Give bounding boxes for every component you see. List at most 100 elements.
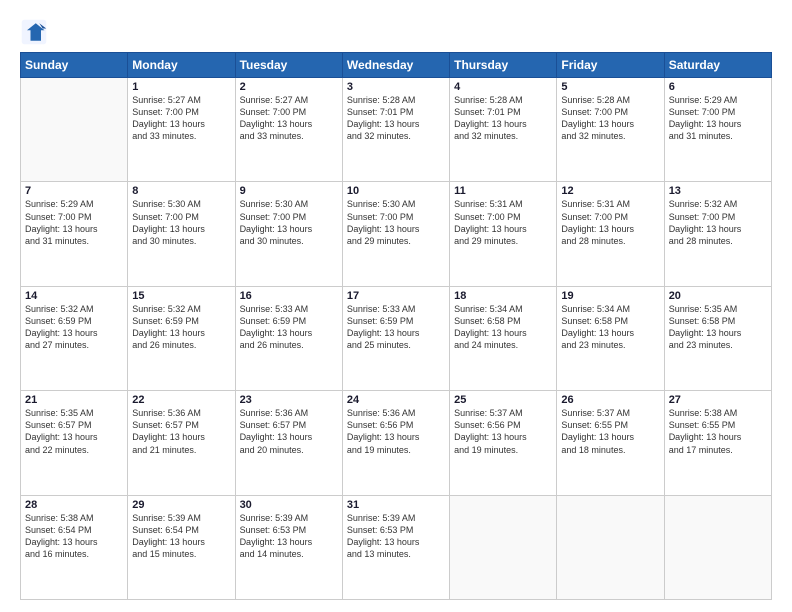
col-header-friday: Friday bbox=[557, 53, 664, 78]
cell-info: Sunrise: 5:34 AM Sunset: 6:58 PM Dayligh… bbox=[454, 303, 552, 352]
cell-info: Sunrise: 5:39 AM Sunset: 6:54 PM Dayligh… bbox=[132, 512, 230, 561]
page: SundayMondayTuesdayWednesdayThursdayFrid… bbox=[0, 0, 792, 612]
day-number: 29 bbox=[132, 499, 230, 511]
calendar-cell: 13Sunrise: 5:32 AM Sunset: 7:00 PM Dayli… bbox=[664, 182, 771, 286]
calendar-cell bbox=[21, 78, 128, 182]
week-row-1: 1Sunrise: 5:27 AM Sunset: 7:00 PM Daylig… bbox=[21, 78, 772, 182]
col-header-saturday: Saturday bbox=[664, 53, 771, 78]
col-header-thursday: Thursday bbox=[450, 53, 557, 78]
day-number: 25 bbox=[454, 394, 552, 406]
calendar-cell: 16Sunrise: 5:33 AM Sunset: 6:59 PM Dayli… bbox=[235, 286, 342, 390]
calendar-cell: 2Sunrise: 5:27 AM Sunset: 7:00 PM Daylig… bbox=[235, 78, 342, 182]
col-header-monday: Monday bbox=[128, 53, 235, 78]
cell-info: Sunrise: 5:30 AM Sunset: 7:00 PM Dayligh… bbox=[347, 198, 445, 247]
calendar-cell: 14Sunrise: 5:32 AM Sunset: 6:59 PM Dayli… bbox=[21, 286, 128, 390]
day-number: 28 bbox=[25, 499, 123, 511]
cell-info: Sunrise: 5:34 AM Sunset: 6:58 PM Dayligh… bbox=[561, 303, 659, 352]
day-number: 9 bbox=[240, 185, 338, 197]
day-number: 23 bbox=[240, 394, 338, 406]
calendar-cell: 28Sunrise: 5:38 AM Sunset: 6:54 PM Dayli… bbox=[21, 495, 128, 599]
day-number: 14 bbox=[25, 290, 123, 302]
cell-info: Sunrise: 5:35 AM Sunset: 6:58 PM Dayligh… bbox=[669, 303, 767, 352]
calendar-cell: 30Sunrise: 5:39 AM Sunset: 6:53 PM Dayli… bbox=[235, 495, 342, 599]
day-number: 21 bbox=[25, 394, 123, 406]
cell-info: Sunrise: 5:30 AM Sunset: 7:00 PM Dayligh… bbox=[240, 198, 338, 247]
calendar-cell: 11Sunrise: 5:31 AM Sunset: 7:00 PM Dayli… bbox=[450, 182, 557, 286]
calendar-cell: 27Sunrise: 5:38 AM Sunset: 6:55 PM Dayli… bbox=[664, 391, 771, 495]
calendar-cell: 29Sunrise: 5:39 AM Sunset: 6:54 PM Dayli… bbox=[128, 495, 235, 599]
day-number: 10 bbox=[347, 185, 445, 197]
day-number: 22 bbox=[132, 394, 230, 406]
day-number: 8 bbox=[132, 185, 230, 197]
week-row-4: 21Sunrise: 5:35 AM Sunset: 6:57 PM Dayli… bbox=[21, 391, 772, 495]
cell-info: Sunrise: 5:32 AM Sunset: 7:00 PM Dayligh… bbox=[669, 198, 767, 247]
cell-info: Sunrise: 5:36 AM Sunset: 6:57 PM Dayligh… bbox=[132, 407, 230, 456]
calendar-cell: 1Sunrise: 5:27 AM Sunset: 7:00 PM Daylig… bbox=[128, 78, 235, 182]
logo bbox=[20, 18, 52, 46]
col-header-tuesday: Tuesday bbox=[235, 53, 342, 78]
calendar-cell: 22Sunrise: 5:36 AM Sunset: 6:57 PM Dayli… bbox=[128, 391, 235, 495]
day-number: 26 bbox=[561, 394, 659, 406]
calendar-cell: 26Sunrise: 5:37 AM Sunset: 6:55 PM Dayli… bbox=[557, 391, 664, 495]
calendar-cell: 17Sunrise: 5:33 AM Sunset: 6:59 PM Dayli… bbox=[342, 286, 449, 390]
cell-info: Sunrise: 5:33 AM Sunset: 6:59 PM Dayligh… bbox=[240, 303, 338, 352]
calendar-cell: 6Sunrise: 5:29 AM Sunset: 7:00 PM Daylig… bbox=[664, 78, 771, 182]
cell-info: Sunrise: 5:30 AM Sunset: 7:00 PM Dayligh… bbox=[132, 198, 230, 247]
calendar-cell: 5Sunrise: 5:28 AM Sunset: 7:00 PM Daylig… bbox=[557, 78, 664, 182]
logo-icon bbox=[20, 18, 48, 46]
day-number: 11 bbox=[454, 185, 552, 197]
calendar-cell: 23Sunrise: 5:36 AM Sunset: 6:57 PM Dayli… bbox=[235, 391, 342, 495]
cell-info: Sunrise: 5:36 AM Sunset: 6:57 PM Dayligh… bbox=[240, 407, 338, 456]
cell-info: Sunrise: 5:33 AM Sunset: 6:59 PM Dayligh… bbox=[347, 303, 445, 352]
cell-info: Sunrise: 5:32 AM Sunset: 6:59 PM Dayligh… bbox=[25, 303, 123, 352]
calendar-cell: 15Sunrise: 5:32 AM Sunset: 6:59 PM Dayli… bbox=[128, 286, 235, 390]
cell-info: Sunrise: 5:37 AM Sunset: 6:55 PM Dayligh… bbox=[561, 407, 659, 456]
day-number: 5 bbox=[561, 81, 659, 93]
calendar-cell: 19Sunrise: 5:34 AM Sunset: 6:58 PM Dayli… bbox=[557, 286, 664, 390]
cell-info: Sunrise: 5:35 AM Sunset: 6:57 PM Dayligh… bbox=[25, 407, 123, 456]
day-number: 16 bbox=[240, 290, 338, 302]
col-header-sunday: Sunday bbox=[21, 53, 128, 78]
calendar-table: SundayMondayTuesdayWednesdayThursdayFrid… bbox=[20, 52, 772, 600]
calendar-cell bbox=[557, 495, 664, 599]
day-number: 20 bbox=[669, 290, 767, 302]
cell-info: Sunrise: 5:38 AM Sunset: 6:55 PM Dayligh… bbox=[669, 407, 767, 456]
calendar-cell: 12Sunrise: 5:31 AM Sunset: 7:00 PM Dayli… bbox=[557, 182, 664, 286]
calendar-cell: 4Sunrise: 5:28 AM Sunset: 7:01 PM Daylig… bbox=[450, 78, 557, 182]
cell-info: Sunrise: 5:28 AM Sunset: 7:00 PM Dayligh… bbox=[561, 94, 659, 143]
day-number: 31 bbox=[347, 499, 445, 511]
calendar-cell: 18Sunrise: 5:34 AM Sunset: 6:58 PM Dayli… bbox=[450, 286, 557, 390]
day-number: 1 bbox=[132, 81, 230, 93]
calendar-cell: 9Sunrise: 5:30 AM Sunset: 7:00 PM Daylig… bbox=[235, 182, 342, 286]
day-number: 6 bbox=[669, 81, 767, 93]
cell-info: Sunrise: 5:27 AM Sunset: 7:00 PM Dayligh… bbox=[240, 94, 338, 143]
cell-info: Sunrise: 5:38 AM Sunset: 6:54 PM Dayligh… bbox=[25, 512, 123, 561]
day-number: 3 bbox=[347, 81, 445, 93]
calendar-cell: 3Sunrise: 5:28 AM Sunset: 7:01 PM Daylig… bbox=[342, 78, 449, 182]
col-header-wednesday: Wednesday bbox=[342, 53, 449, 78]
day-number: 30 bbox=[240, 499, 338, 511]
cell-info: Sunrise: 5:29 AM Sunset: 7:00 PM Dayligh… bbox=[25, 198, 123, 247]
header-row: SundayMondayTuesdayWednesdayThursdayFrid… bbox=[21, 53, 772, 78]
calendar-cell: 10Sunrise: 5:30 AM Sunset: 7:00 PM Dayli… bbox=[342, 182, 449, 286]
cell-info: Sunrise: 5:31 AM Sunset: 7:00 PM Dayligh… bbox=[561, 198, 659, 247]
day-number: 17 bbox=[347, 290, 445, 302]
day-number: 13 bbox=[669, 185, 767, 197]
cell-info: Sunrise: 5:39 AM Sunset: 6:53 PM Dayligh… bbox=[347, 512, 445, 561]
calendar-cell: 24Sunrise: 5:36 AM Sunset: 6:56 PM Dayli… bbox=[342, 391, 449, 495]
cell-info: Sunrise: 5:36 AM Sunset: 6:56 PM Dayligh… bbox=[347, 407, 445, 456]
cell-info: Sunrise: 5:31 AM Sunset: 7:00 PM Dayligh… bbox=[454, 198, 552, 247]
calendar-cell: 25Sunrise: 5:37 AM Sunset: 6:56 PM Dayli… bbox=[450, 391, 557, 495]
cell-info: Sunrise: 5:27 AM Sunset: 7:00 PM Dayligh… bbox=[132, 94, 230, 143]
day-number: 18 bbox=[454, 290, 552, 302]
header bbox=[20, 18, 772, 46]
day-number: 4 bbox=[454, 81, 552, 93]
cell-info: Sunrise: 5:39 AM Sunset: 6:53 PM Dayligh… bbox=[240, 512, 338, 561]
calendar-cell bbox=[664, 495, 771, 599]
calendar-cell: 20Sunrise: 5:35 AM Sunset: 6:58 PM Dayli… bbox=[664, 286, 771, 390]
day-number: 2 bbox=[240, 81, 338, 93]
day-number: 12 bbox=[561, 185, 659, 197]
cell-info: Sunrise: 5:32 AM Sunset: 6:59 PM Dayligh… bbox=[132, 303, 230, 352]
day-number: 19 bbox=[561, 290, 659, 302]
cell-info: Sunrise: 5:28 AM Sunset: 7:01 PM Dayligh… bbox=[347, 94, 445, 143]
